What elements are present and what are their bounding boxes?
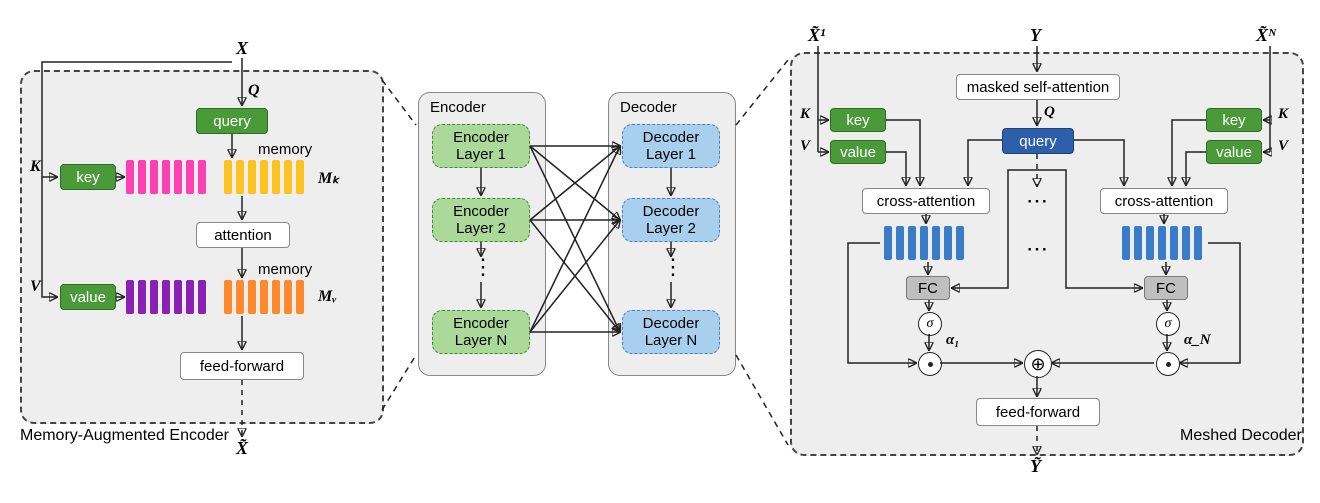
memory-label-k: memory — [258, 142, 312, 157]
decoder-layer-2: Decoder Layer 2 — [622, 198, 720, 242]
hadamard-l — [918, 352, 942, 376]
label-V-left: V — [30, 278, 41, 296]
sigma-l: σ — [918, 312, 942, 336]
center-ellipsis-2: ⋯ — [1026, 238, 1048, 260]
decoder-title: Decoder — [620, 100, 677, 115]
cross-attention-l: cross-attention — [862, 188, 990, 214]
ctx-slots-l — [884, 226, 964, 260]
key-box-right-r: key — [1206, 108, 1262, 132]
encoder-layer-2: Encoder Layer 2 — [432, 198, 530, 242]
fc-l: FC — [906, 276, 950, 300]
encoder-layer-N: Encoder Layer N — [432, 310, 530, 354]
label-Q-right: Q — [1044, 104, 1055, 121]
label-Y: Y — [1030, 25, 1041, 46]
right-panel-title: Meshed Decoder — [1180, 428, 1302, 444]
hadamard-r — [1156, 352, 1180, 376]
left-panel-title: Memory-Augmented Encoder — [20, 428, 229, 444]
value-box-right-r: value — [1206, 140, 1262, 164]
output-Ytilde: Ỹ — [1030, 456, 1041, 477]
encoder-vdots: ⋮ — [472, 256, 498, 278]
masked-self-attention: masked self-attention — [956, 74, 1120, 100]
decoder-layer-N: Decoder Layer N — [622, 310, 720, 354]
label-V-right-r: V — [1278, 138, 1288, 155]
key-slots — [126, 160, 206, 194]
feedforward-left: feed-forward — [180, 352, 304, 380]
center-ellipsis-1: ⋯ — [1026, 190, 1048, 212]
value-memory-slots — [224, 280, 304, 314]
value-box-right-l: value — [830, 140, 886, 164]
key-memory-slots — [224, 160, 304, 194]
alpha1: α₁ — [946, 332, 960, 349]
label-V-right-l: V — [800, 138, 810, 155]
alphaN: α_N — [1184, 332, 1211, 349]
ctx-slots-r — [1122, 226, 1202, 260]
value-box-left: value — [60, 284, 116, 310]
sigma-r: σ — [1156, 312, 1180, 336]
feedforward-right: feed-forward — [976, 398, 1100, 426]
label-X1: X̃¹ — [808, 25, 825, 46]
oplus: ⊕ — [1024, 350, 1052, 378]
query-box-right: query — [1002, 128, 1074, 154]
key-box-left: key — [60, 164, 116, 190]
output-Xtilde-left: X̃ — [236, 438, 248, 459]
label-K-left: K — [30, 158, 41, 176]
label-K-right-l: K — [800, 106, 810, 123]
value-slots — [126, 280, 206, 314]
decoder-vdots: ⋮ — [662, 256, 688, 278]
encoder-layer-1: Encoder Layer 1 — [432, 124, 530, 168]
key-box-right-l: key — [830, 108, 886, 132]
fc-r: FC — [1144, 276, 1188, 300]
encoder-title: Encoder — [430, 100, 486, 115]
label-Mv: Mᵥ — [318, 288, 336, 306]
attention-box: attention — [196, 222, 290, 248]
memory-label-v: memory — [258, 262, 312, 277]
cross-attention-r: cross-attention — [1100, 188, 1228, 214]
decoder-layer-1: Decoder Layer 1 — [622, 124, 720, 168]
label-Mk: Mₖ — [318, 168, 339, 188]
label-XN: X̃ᴺ — [1256, 25, 1276, 46]
query-box-left: query — [196, 108, 268, 134]
label-Q: Q — [248, 82, 260, 100]
input-X: X — [236, 38, 248, 59]
label-K-right-r: K — [1278, 106, 1288, 123]
